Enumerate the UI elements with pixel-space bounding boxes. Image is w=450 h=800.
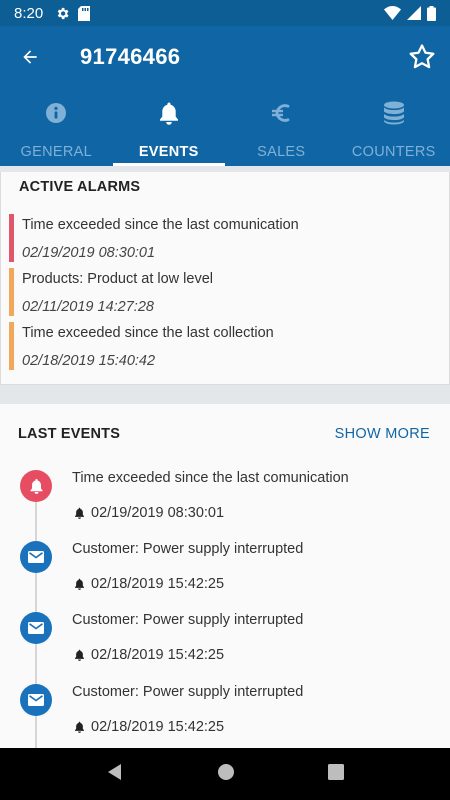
small-bell-icon (75, 649, 84, 661)
small-bell-icon (75, 578, 84, 590)
tab-general-label: GENERAL (20, 144, 92, 160)
event-text: Customer: Power supply interrupted (72, 541, 304, 557)
envelope-icon (20, 541, 52, 573)
event-item[interactable]: Customer: Power supply interrupted 02/18… (0, 541, 450, 611)
tab-counters[interactable]: COUNTERS (338, 88, 450, 166)
nav-home-icon[interactable] (217, 763, 235, 786)
event-item[interactable]: Customer: Power supply interrupted 02/18… (0, 612, 450, 682)
last-events-heading: LAST EVENTS (18, 426, 121, 442)
small-bell-icon (75, 721, 84, 733)
alarm-item[interactable]: Time exceeded since the last collection … (9, 322, 441, 370)
last-events-header: LAST EVENTS SHOW MORE (18, 426, 430, 442)
app-bar: 91746466 (0, 26, 450, 88)
system-nav-bar (0, 748, 450, 800)
gear-icon (55, 6, 70, 21)
tab-events-label: EVENTS (138, 144, 199, 160)
favorite-button[interactable] (394, 26, 450, 88)
bell-icon (20, 470, 52, 502)
small-bell-icon (75, 507, 84, 519)
battery-icon (427, 5, 436, 21)
status-bar: 8:20 (0, 0, 450, 26)
event-date-row: 02/19/2019 08:30:01 (74, 505, 224, 521)
alarm-date: 02/19/2019 08:30:01 (22, 245, 156, 261)
status-right-icons (384, 5, 436, 21)
event-text: Customer: Power supply interrupted (72, 684, 304, 700)
arrow-back-icon (23, 50, 37, 64)
status-left-icons (55, 5, 91, 21)
event-date-row: 02/18/2019 15:42:25 (74, 576, 224, 592)
envelope-icon (20, 684, 52, 716)
event-text: Customer: Power supply interrupted (72, 612, 304, 628)
tab-counters-label: COUNTERS (351, 144, 436, 160)
event-item[interactable]: Customer: Power supply interrupted 02/18… (0, 684, 450, 748)
event-date: 02/19/2019 08:30:01 (91, 505, 225, 521)
event-text: Time exceeded since the last comunicatio… (72, 470, 349, 486)
event-date-row: 02/18/2019 15:42:25 (74, 647, 224, 663)
event-date: 02/18/2019 15:42:25 (91, 719, 225, 735)
star-outline-icon (409, 44, 435, 69)
database-icon (383, 100, 405, 126)
event-date-row: 02/18/2019 15:42:25 (74, 719, 224, 735)
alarm-severity-bar (9, 214, 14, 262)
event-item[interactable]: Time exceeded since the last comunicatio… (0, 470, 450, 540)
wifi-icon (384, 6, 401, 20)
back-button[interactable] (0, 26, 60, 88)
alarm-date: 02/18/2019 15:40:42 (22, 353, 156, 369)
alarm-severity-bar (9, 268, 14, 316)
euro-icon (271, 100, 291, 126)
tab-events[interactable]: EVENTS (112, 88, 226, 166)
sd-card-icon (78, 5, 91, 21)
alarm-item[interactable]: Time exceeded since the last comunicatio… (9, 214, 441, 262)
page-title: 91746466 (80, 44, 181, 69)
tab-general[interactable]: GENERAL (0, 88, 113, 166)
bell-icon (158, 100, 180, 126)
event-date: 02/18/2019 15:42:25 (91, 576, 225, 592)
tab-sales-label: SALES (257, 144, 306, 160)
active-alarms-card: ACTIVE ALARMS Time exceeded since the la… (0, 172, 450, 385)
alarm-text: Products: Product at low level (22, 271, 214, 287)
alarm-date: 02/11/2019 14:27:28 (22, 299, 154, 315)
info-icon (45, 100, 67, 126)
alarm-text: Time exceeded since the last collection (22, 325, 274, 341)
nav-back-icon[interactable] (106, 763, 124, 786)
alarm-severity-bar (9, 322, 14, 370)
signal-icon (407, 6, 421, 20)
envelope-icon (20, 612, 52, 644)
status-time: 8:20 (14, 4, 44, 22)
active-alarms-heading: ACTIVE ALARMS (19, 179, 141, 195)
event-date: 02/18/2019 15:42:25 (91, 647, 225, 663)
nav-recents-icon[interactable] (327, 763, 344, 785)
alarm-item[interactable]: Products: Product at low level 02/11/201… (9, 268, 441, 316)
alarm-text: Time exceeded since the last comunicatio… (22, 217, 299, 233)
show-more-button[interactable]: SHOW MORE (335, 426, 430, 442)
tab-bar: GENERAL EVENTS SALES COUNTERS (0, 88, 450, 166)
tab-sales[interactable]: SALES (225, 88, 338, 166)
